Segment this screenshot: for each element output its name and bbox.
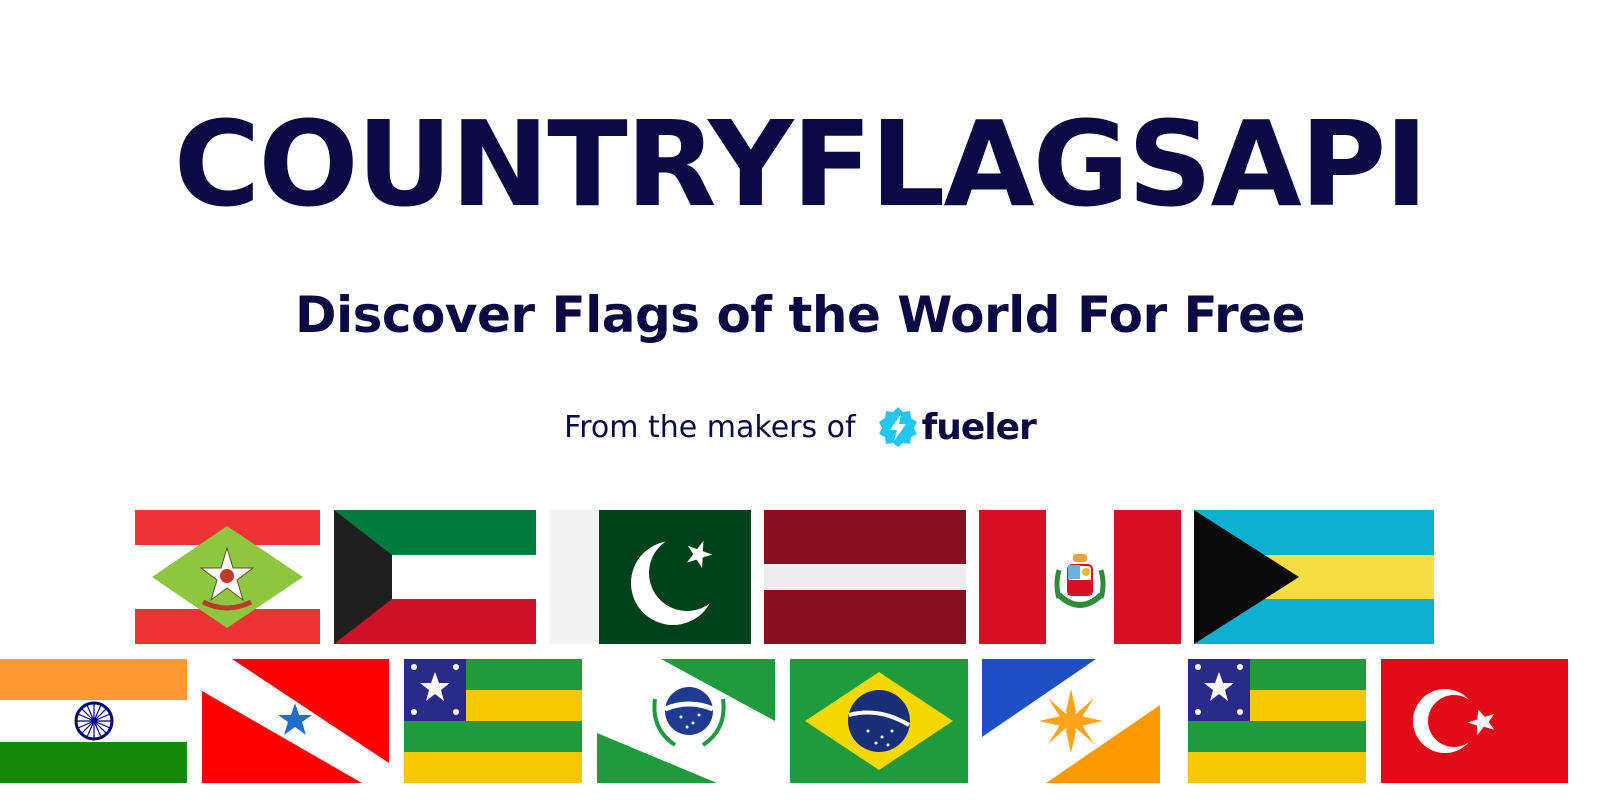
flag-santa-catarina[interactable]: [135, 510, 320, 644]
flag-parana[interactable]: [597, 659, 775, 783]
fueler-bolt-icon: [878, 407, 917, 447]
flag-turkey[interactable]: [1381, 659, 1568, 783]
flag-peru[interactable]: [979, 510, 1181, 644]
fueler-brand-link[interactable]: fueler: [876, 405, 1037, 449]
flag-sergipe[interactable]: [404, 659, 582, 783]
flag-bahamas[interactable]: [1194, 510, 1434, 644]
fueler-logo-text: fueler: [921, 406, 1037, 448]
flag-para[interactable]: [202, 659, 389, 783]
page-title: COUNTRYFLAGSAPI: [173, 95, 1429, 233]
flag-india[interactable]: [0, 659, 187, 783]
flag-pakistan[interactable]: [549, 510, 751, 644]
page-subtitle: Discover Flags of the World For Free: [295, 286, 1305, 344]
flag-latvia[interactable]: [764, 510, 966, 644]
flag-brazil[interactable]: [790, 659, 968, 783]
flag-kuwait[interactable]: [334, 510, 536, 644]
makers-text: From the makers of: [564, 409, 856, 445]
flag-sergipe-2[interactable]: [1188, 659, 1366, 783]
makers-line: From the makers of fueler: [0, 405, 1600, 449]
flag-tocantins[interactable]: [982, 659, 1160, 783]
